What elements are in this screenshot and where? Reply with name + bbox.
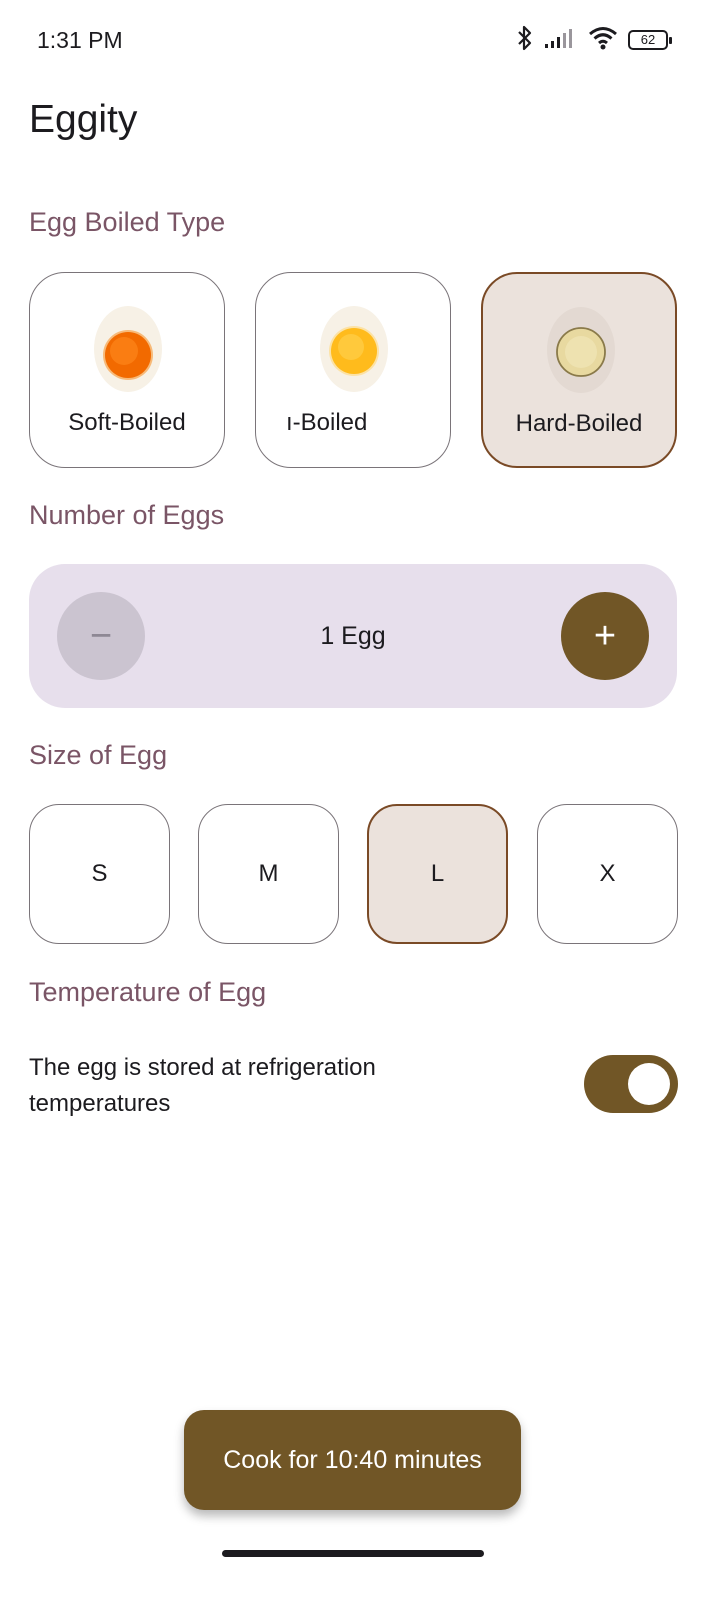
signal-icon	[544, 27, 578, 54]
size-of-egg-title: Size of Egg	[29, 740, 168, 770]
increase-button[interactable]: +	[561, 592, 649, 680]
type-label-hard-boiled: Hard-Boiled	[515, 410, 643, 437]
bluetooth-icon	[516, 24, 534, 57]
size-option-l[interactable]: L	[367, 804, 508, 944]
home-indicator[interactable]	[222, 1550, 484, 1557]
size-option-x[interactable]: X	[537, 804, 678, 944]
battery-icon: 62	[628, 30, 672, 50]
toggle-knob	[628, 1063, 670, 1105]
type-label-medium-boiled: ı-Boiled	[286, 409, 368, 436]
soft-boiled-egg-icon	[94, 306, 162, 392]
option-medium-boiled[interactable]: ı-Boiled	[255, 272, 451, 468]
temperature-title: Temperature of Egg	[29, 977, 267, 1007]
size-option-m[interactable]: M	[198, 804, 339, 944]
egg-count-stepper: − 1 Egg +	[29, 564, 677, 708]
refrigeration-description: The egg is stored at refrigeration tempe…	[29, 1054, 376, 1117]
type-label-soft-boiled: Soft-Boiled	[68, 409, 186, 436]
number-of-eggs-title: Number of Eggs	[29, 500, 225, 530]
option-hard-boiled[interactable]: Hard-Boiled	[481, 272, 677, 468]
medium-boiled-egg-icon	[320, 306, 388, 392]
hard-boiled-egg-icon	[547, 307, 615, 393]
wifi-icon	[588, 26, 618, 55]
status-icons: 62	[516, 24, 672, 57]
boiled-type-title: Egg Boiled Type	[29, 207, 226, 237]
cook-button[interactable]: Cook for 10:40 minutes	[184, 1410, 521, 1510]
plus-icon: +	[593, 614, 617, 657]
app-title: Eggity	[29, 98, 138, 141]
size-option-s[interactable]: S	[29, 804, 170, 944]
option-soft-boiled[interactable]: Soft-Boiled	[29, 272, 225, 468]
refrigeration-toggle[interactable]	[584, 1055, 678, 1113]
status-time: 1:31 PM	[37, 27, 123, 53]
status-bar: 1:31 PM 62	[0, 0, 720, 82]
